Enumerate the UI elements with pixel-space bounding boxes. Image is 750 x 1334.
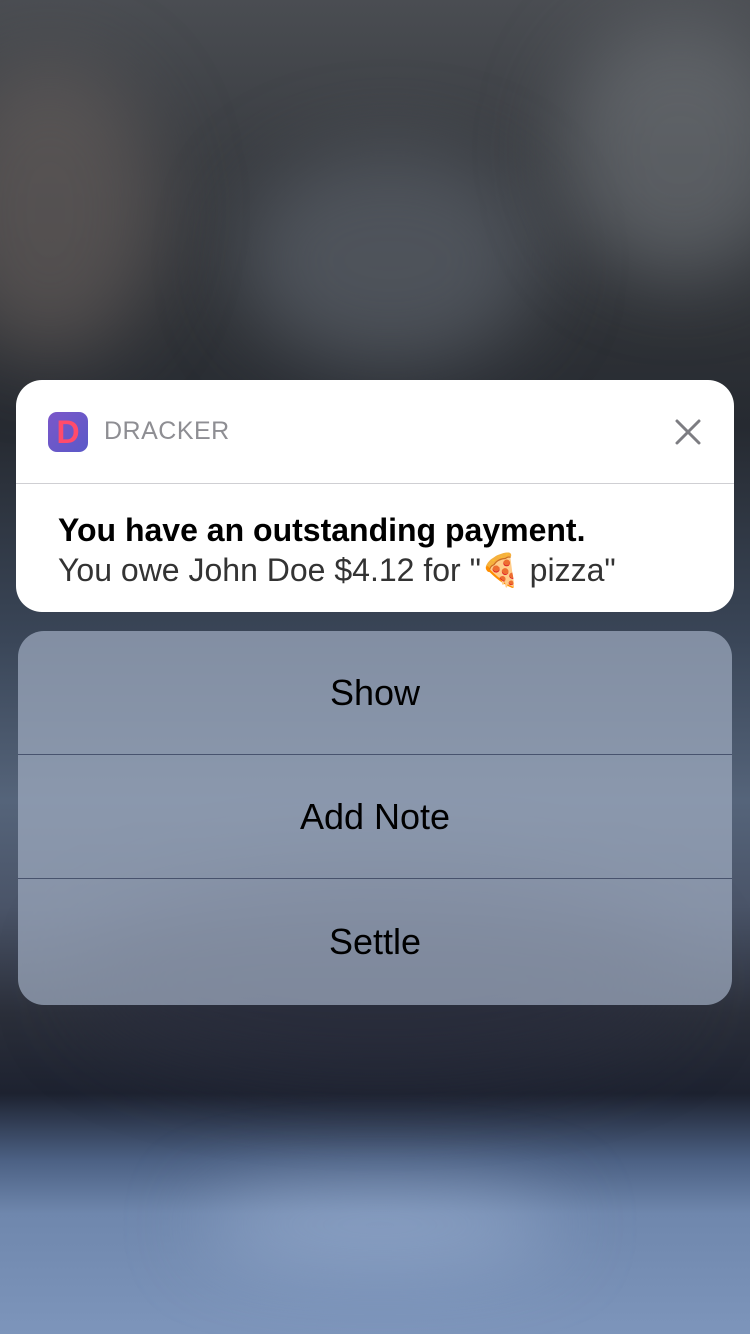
notification-message: You owe John Doe $4.12 for "🍕 pizza" <box>58 552 616 588</box>
show-button[interactable]: Show <box>18 631 732 755</box>
settle-button[interactable]: Settle <box>18 879 732 1005</box>
notification-body: You have an outstanding payment. You owe… <box>16 484 734 590</box>
app-icon-letter: D <box>56 413 80 450</box>
background-blur <box>560 20 750 280</box>
notification-header: D DRACKER <box>16 380 734 484</box>
close-button[interactable] <box>670 414 706 450</box>
app-name: DRACKER <box>104 417 230 445</box>
action-sheet: Show Add Note Settle <box>18 631 732 1005</box>
background-blur <box>0 60 160 360</box>
add-note-button[interactable]: Add Note <box>18 755 732 879</box>
app-icon: D <box>48 411 88 452</box>
notification-title: You have an outstanding payment. <box>58 512 586 548</box>
background-blur <box>240 150 540 370</box>
close-icon <box>675 419 701 445</box>
notification-card[interactable]: D DRACKER You have an outstanding paymen… <box>16 380 734 612</box>
lock-screen: D DRACKER You have an outstanding paymen… <box>0 0 750 1334</box>
background-blur <box>200 1190 560 1260</box>
